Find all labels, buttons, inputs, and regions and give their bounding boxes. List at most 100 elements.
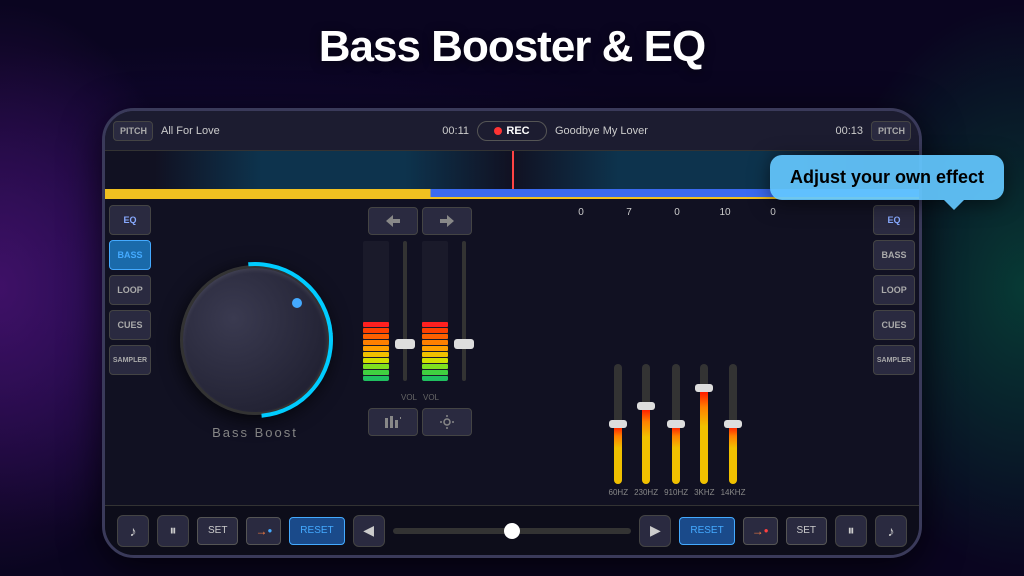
knob-label: Bass Boost bbox=[212, 425, 298, 440]
eq-fill-60hz bbox=[614, 424, 622, 484]
fader-handle-left bbox=[395, 339, 415, 349]
eq-track-3khz[interactable] bbox=[700, 364, 708, 484]
next-icon: ▶ bbox=[650, 522, 661, 539]
right-panel: EQ BASS LOOP CUES SAMPLER bbox=[869, 199, 919, 505]
music-icon-left: ♪ bbox=[130, 523, 137, 539]
sidebar-btn-bass-left[interactable]: BASS bbox=[109, 240, 151, 270]
rec-label: REC bbox=[506, 125, 529, 137]
pitch-btn-right[interactable]: PITCH bbox=[871, 121, 911, 141]
eq-val-4: 0 bbox=[753, 207, 793, 218]
sidebar-btn-sampler-left[interactable]: SAMPLER bbox=[109, 345, 151, 375]
reset-btn-right[interactable]: RESET bbox=[679, 517, 734, 545]
tooltip-text: Adjust your own effect bbox=[790, 167, 984, 187]
sidebar-btn-loop-left[interactable]: LOOP bbox=[109, 275, 151, 305]
eq-handle-14khz[interactable] bbox=[724, 420, 742, 428]
track-left-name: All For Love bbox=[161, 125, 442, 137]
tooltip-bubble: Adjust your own effect bbox=[770, 155, 1004, 200]
eq-handle-3khz[interactable] bbox=[695, 384, 713, 392]
eq-fill-230hz bbox=[642, 406, 650, 484]
eq-slider-60hz: 60HZ bbox=[609, 364, 629, 497]
track-right: Goodbye My Lover 00:13 bbox=[547, 125, 871, 137]
vu-fader-right[interactable] bbox=[452, 241, 478, 381]
rec-button[interactable]: REC bbox=[477, 121, 547, 141]
eq-freq-230hz: 230HZ bbox=[634, 488, 658, 497]
eq-handle-910hz[interactable] bbox=[667, 420, 685, 428]
vu-area: VOL VOL bbox=[355, 199, 485, 505]
sidebar-btn-bass-right[interactable]: BASS bbox=[873, 240, 915, 270]
track-right-time: 00:13 bbox=[835, 125, 863, 137]
vu-meter-left bbox=[363, 241, 389, 381]
eq-slider-3khz: 3KHZ bbox=[694, 364, 714, 497]
vu-meter-right bbox=[422, 241, 448, 381]
track-right-name: Goodbye My Lover bbox=[555, 125, 835, 137]
progress-thumb bbox=[504, 523, 520, 539]
eq-slider-230hz: 230HZ bbox=[634, 364, 658, 497]
vol-label-left: VOL bbox=[401, 393, 417, 402]
eq-handle-230hz[interactable] bbox=[637, 402, 655, 410]
sidebar-btn-eq-right[interactable]: EQ bbox=[873, 205, 915, 235]
arrow-icon-left: → bbox=[255, 524, 267, 538]
sidebar-btn-loop-right[interactable]: LOOP bbox=[873, 275, 915, 305]
vol-label-right: VOL bbox=[423, 393, 439, 402]
knob-indicator bbox=[292, 298, 302, 308]
knob-container[interactable] bbox=[180, 265, 330, 415]
fader-track-right bbox=[462, 241, 466, 381]
next-btn[interactable]: ▶ bbox=[639, 515, 671, 547]
eq-track-14khz[interactable] bbox=[729, 364, 737, 484]
eq-slider-910hz: 910HZ bbox=[664, 364, 688, 497]
eq-fill-3khz bbox=[700, 388, 708, 484]
progress-track[interactable] bbox=[393, 528, 632, 534]
eq-top-row: 0 7 0 10 0 bbox=[493, 207, 861, 218]
fader-handle-right bbox=[454, 339, 474, 349]
eq-val-2: 0 bbox=[657, 207, 697, 218]
main-title: Bass Booster & EQ bbox=[0, 22, 1024, 72]
pitch-btn-left[interactable]: PITCH bbox=[113, 121, 153, 141]
eq-track-230hz[interactable] bbox=[642, 364, 650, 484]
vu-fader-left[interactable] bbox=[393, 241, 419, 381]
eq-val-1: 7 bbox=[609, 207, 649, 218]
sidebar-btn-sampler-right[interactable]: SAMPLER bbox=[873, 345, 915, 375]
music-btn-right[interactable]: ♪ bbox=[875, 515, 907, 547]
sidebar-btn-cues-left[interactable]: CUES bbox=[109, 310, 151, 340]
vu-meters-row bbox=[363, 241, 477, 381]
eq-slider-14khz: 14KHZ bbox=[721, 364, 746, 497]
eq-track-60hz[interactable] bbox=[614, 364, 622, 484]
eq-track-910hz[interactable] bbox=[672, 364, 680, 484]
eq-handle-60hz[interactable] bbox=[609, 420, 627, 428]
music-icon-right: ♪ bbox=[888, 523, 895, 539]
set-btn-right[interactable]: SET bbox=[786, 517, 827, 545]
eq-val-3: 10 bbox=[705, 207, 745, 218]
vu-btn-left[interactable] bbox=[368, 207, 418, 235]
eq-freq-14khz: 14KHZ bbox=[721, 488, 746, 497]
rec-dot bbox=[494, 127, 502, 135]
reset-btn-left[interactable]: RESET bbox=[289, 517, 344, 545]
knob-arc bbox=[145, 230, 365, 450]
eq-freq-60hz: 60HZ bbox=[609, 488, 629, 497]
eq-sliders-row: 60HZ 230HZ 910HZ bbox=[493, 222, 861, 497]
vu-eq-icon-btn[interactable] bbox=[368, 408, 418, 436]
fader-track-left bbox=[403, 241, 407, 381]
eq-area: 0 7 0 10 0 60HZ bbox=[485, 199, 869, 505]
arrow-icon-right: → bbox=[752, 524, 764, 538]
pause-btn-right[interactable]: ⏸ bbox=[835, 515, 867, 547]
eq-fill-910hz bbox=[672, 424, 680, 484]
eq-freq-3khz: 3KHZ bbox=[694, 488, 714, 497]
prev-icon: ◀ bbox=[363, 522, 374, 539]
vu-btn-right[interactable] bbox=[422, 207, 472, 235]
arrow-btn-right[interactable]: → ● bbox=[743, 517, 778, 545]
main-content: EQ BASS LOOP CUES SAMPLER Bass Boost bbox=[105, 199, 919, 505]
prev-btn[interactable]: ◀ bbox=[353, 515, 385, 547]
set-btn-left[interactable]: SET bbox=[197, 517, 238, 545]
arrow-btn-left[interactable]: → ● bbox=[246, 517, 281, 545]
left-panel: EQ BASS LOOP CUES SAMPLER bbox=[105, 199, 155, 505]
bass-knob[interactable] bbox=[180, 265, 330, 415]
sidebar-btn-eq-left[interactable]: EQ bbox=[109, 205, 151, 235]
vu-settings-btn[interactable] bbox=[422, 408, 472, 436]
pause-icon-right: ⏸ bbox=[848, 522, 855, 539]
knob-area: Bass Boost bbox=[155, 199, 355, 505]
sidebar-btn-cues-right[interactable]: CUES bbox=[873, 310, 915, 340]
pause-btn-left[interactable]: ⏸ bbox=[157, 515, 189, 547]
vu-controls bbox=[363, 207, 477, 235]
music-btn-left[interactable]: ♪ bbox=[117, 515, 149, 547]
transport-bar: ♪ ⏸ SET → ● RESET ◀ ▶ RESET → ● SET ⏸ ♪ bbox=[105, 505, 919, 555]
